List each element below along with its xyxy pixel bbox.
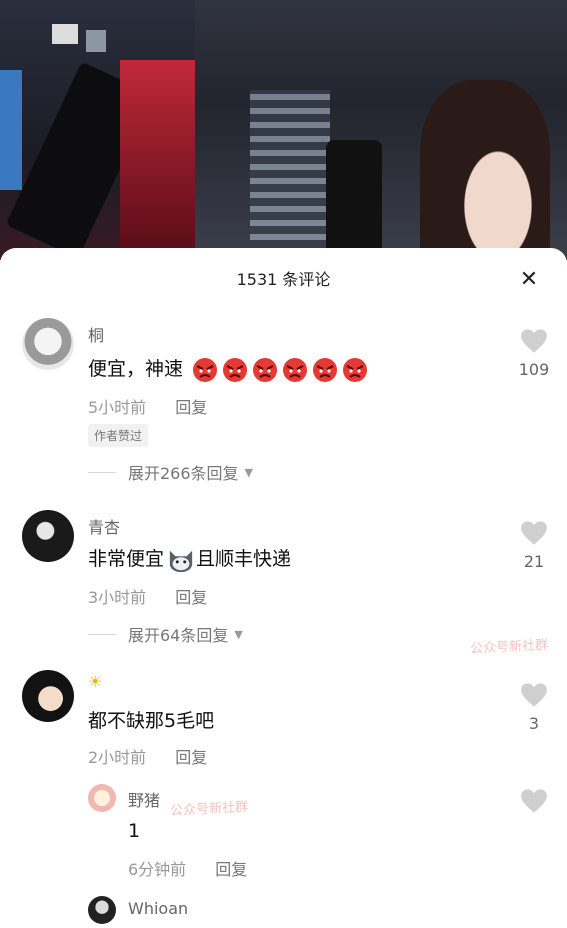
- comment-text: 便宜，神速: [88, 354, 369, 383]
- emoji-group: [189, 357, 369, 382]
- comment-time: 5小时前: [88, 398, 147, 417]
- cat-emoji-icon: [169, 550, 193, 572]
- author-liked-badge: 作者赞过: [88, 424, 149, 447]
- reply-text: 1: [128, 820, 141, 842]
- comment-text: 都不缺那5毛吧: [88, 710, 215, 732]
- comment-text-before: 非常便宜: [88, 548, 165, 570]
- watermark-text: 公众号新社群: [169, 799, 249, 820]
- comment-username[interactable]: 青杏: [88, 514, 120, 538]
- avatar[interactable]: [22, 670, 74, 722]
- reply-username[interactable]: 野猪: [128, 787, 160, 811]
- video-background: [0, 0, 567, 260]
- expand-replies-button[interactable]: 展开266条回复 ▼: [88, 460, 253, 484]
- avatar[interactable]: [88, 896, 116, 924]
- reply-meta: 6分钟前 回复: [128, 856, 271, 880]
- expand-replies-button[interactable]: 展开64条回复 ▼: [88, 622, 243, 646]
- expand-replies-label: 展开64条回复: [128, 626, 229, 645]
- reply-time: 6分钟前: [128, 860, 187, 879]
- comment-text-after: 且顺丰快递: [196, 548, 292, 570]
- comment-meta: 5小时前 回复: [88, 394, 231, 418]
- avatar[interactable]: [22, 318, 74, 370]
- avatar[interactable]: [22, 510, 74, 562]
- comment-time: 3小时前: [88, 588, 147, 607]
- comment-count-title: 1531 条评论: [236, 270, 331, 289]
- watermark-text: 公众号新社群: [469, 637, 549, 658]
- reply-button[interactable]: 回复: [175, 748, 207, 767]
- close-icon[interactable]: ✕: [517, 268, 541, 292]
- like-button[interactable]: 21: [509, 520, 559, 571]
- chevron-down-icon: ▼: [244, 465, 254, 479]
- chevron-down-icon: ▼: [234, 627, 243, 641]
- reply-button[interactable]: 回复: [215, 860, 247, 879]
- like-button[interactable]: 3: [509, 682, 559, 733]
- comment-username[interactable]: 桐: [88, 322, 104, 346]
- like-button[interactable]: [509, 788, 559, 818]
- comment-username[interactable]: ☀: [88, 672, 102, 691]
- angry-face-icon: [283, 357, 308, 382]
- reply-button[interactable]: 回复: [175, 588, 207, 607]
- heart-icon: [521, 683, 547, 707]
- divider-line: [88, 633, 116, 635]
- angry-face-icon: [253, 357, 278, 382]
- comment-meta: 2小时前 回复: [88, 744, 231, 768]
- angry-face-icon: [343, 357, 368, 382]
- divider-line: [88, 471, 116, 473]
- angry-face-icon: [223, 357, 248, 382]
- comment-text-content: 便宜，神速: [88, 358, 184, 380]
- comment-text: 非常便宜 且顺丰快递: [88, 544, 291, 573]
- like-count: 109: [518, 360, 550, 379]
- reply-username[interactable]: Whioan: [128, 899, 188, 918]
- comment-time: 2小时前: [88, 748, 147, 767]
- avatar[interactable]: [88, 784, 116, 812]
- heart-icon: [521, 329, 547, 353]
- like-count: 21: [523, 552, 545, 571]
- like-button[interactable]: 109: [509, 328, 559, 379]
- expand-replies-label: 展开266条回复: [128, 464, 239, 483]
- angry-face-icon: [193, 357, 218, 382]
- reply-button[interactable]: 回复: [175, 398, 207, 417]
- comment-sheet: 1531 条评论 ✕ 桐 便宜，神速 5小时前 回复 作者赞过 展开266条回复…: [0, 248, 567, 928]
- angry-face-icon: [313, 357, 338, 382]
- heart-icon: [521, 521, 547, 545]
- comment-meta: 3小时前 回复: [88, 584, 231, 608]
- heart-icon: [521, 789, 547, 813]
- like-count: 3: [528, 714, 540, 733]
